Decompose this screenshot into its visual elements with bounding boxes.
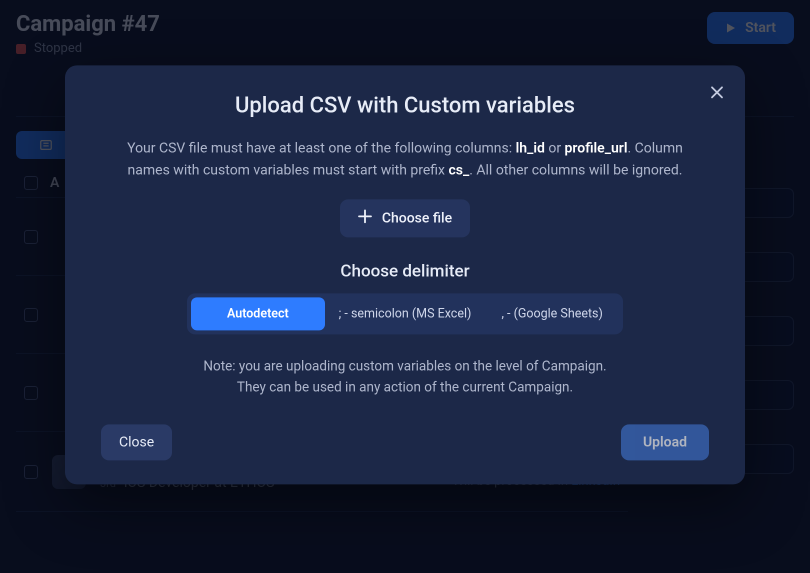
- note-line-2: They can be used in any action of the cu…: [237, 380, 573, 396]
- instr-col2: profile_url: [565, 140, 628, 156]
- modal-close-button[interactable]: [705, 79, 729, 107]
- instr-pre: Your CSV file must have at least one of …: [127, 140, 516, 156]
- close-button[interactable]: Close: [101, 425, 172, 461]
- app-root: Campaign #47 Stopped Start Dashboard: [0, 0, 810, 573]
- plus-icon: [358, 210, 372, 228]
- modal-title: Upload CSV with Custom variables: [101, 93, 709, 118]
- instr-prefix: cs_: [448, 162, 469, 178]
- delimiter-autodetect[interactable]: Autodetect: [191, 298, 325, 331]
- upload-button[interactable]: Upload: [621, 425, 709, 461]
- seg-label: ; - semicolon (MS Excel): [339, 307, 472, 322]
- seg-label: Autodetect: [227, 307, 289, 322]
- choose-file-button[interactable]: Choose file: [340, 200, 470, 238]
- close-label: Close: [119, 435, 154, 451]
- upload-label: Upload: [643, 435, 687, 451]
- seg-label: , - (Google Sheets): [501, 307, 602, 322]
- delimiter-comma[interactable]: , - (Google Sheets): [485, 298, 619, 331]
- modal-actions: Close Upload: [101, 425, 709, 461]
- delimiter-semicolon[interactable]: ; - semicolon (MS Excel): [333, 298, 478, 331]
- delimiter-segmented-control: Autodetect ; - semicolon (MS Excel) , - …: [187, 294, 623, 335]
- close-icon: [709, 81, 725, 105]
- note-line-1: Note: you are uploading custom variables…: [203, 359, 606, 375]
- modal-note: Note: you are uploading custom variables…: [101, 357, 709, 399]
- instr-col1: lh_id: [516, 140, 545, 156]
- upload-csv-modal: Upload CSV with Custom variables Your CS…: [65, 65, 745, 484]
- instr-post: . All other columns will be ignored.: [469, 162, 682, 178]
- choose-file-label: Choose file: [382, 211, 452, 227]
- instr-or: or: [545, 140, 565, 156]
- modal-instructions: Your CSV file must have at least one of …: [125, 138, 685, 181]
- delimiter-title: Choose delimiter: [101, 262, 709, 282]
- choose-file-wrap: Choose file: [101, 200, 709, 238]
